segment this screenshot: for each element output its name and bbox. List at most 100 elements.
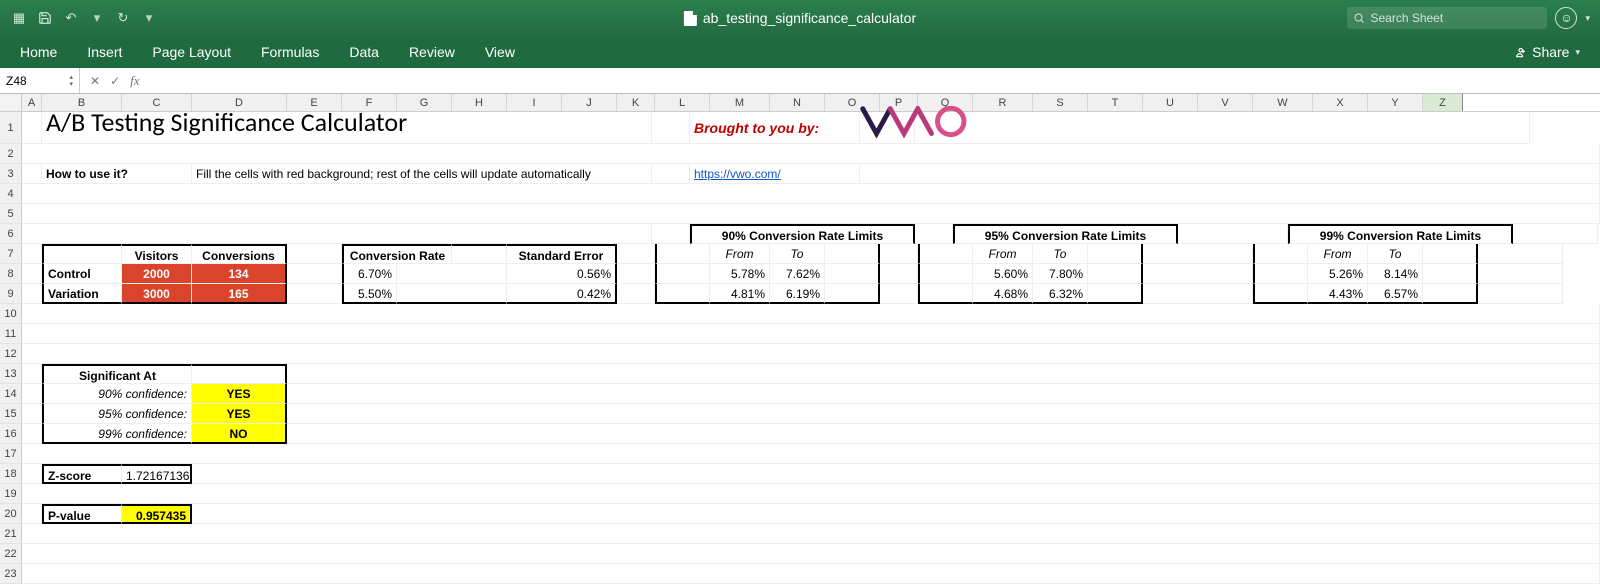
accept-formula-icon[interactable]: ✓: [110, 74, 120, 88]
undo-dropdown-icon[interactable]: ▾: [88, 9, 106, 27]
cell[interactable]: [880, 284, 918, 304]
limits95-header[interactable]: 95% Conversion Rate Limits: [953, 224, 1178, 244]
row-header[interactable]: 12: [0, 344, 22, 364]
conf95-label[interactable]: 95% confidence:: [42, 404, 192, 424]
cell[interactable]: [22, 112, 42, 144]
cell[interactable]: [22, 444, 1600, 464]
row-header[interactable]: 17: [0, 444, 22, 464]
share-button[interactable]: Share ▾: [1512, 44, 1580, 60]
pvalue-label[interactable]: P-value: [42, 504, 122, 524]
se-control[interactable]: 0.56%: [507, 264, 617, 284]
cell[interactable]: [880, 244, 918, 264]
cell[interactable]: [397, 284, 507, 304]
cell[interactable]: [915, 224, 953, 244]
cell[interactable]: [1423, 264, 1478, 284]
tab-page-layout[interactable]: Page Layout: [152, 44, 231, 60]
cell[interactable]: [860, 164, 1600, 184]
visitors-control[interactable]: 2000: [122, 264, 192, 284]
from-label[interactable]: From: [973, 244, 1033, 264]
cell[interactable]: [1253, 264, 1308, 284]
sig90-value[interactable]: YES: [192, 384, 287, 404]
cell[interactable]: [22, 164, 42, 184]
col-header[interactable]: D: [192, 94, 287, 111]
conversions-variation[interactable]: 165: [192, 284, 287, 304]
col-header[interactable]: F: [342, 94, 397, 111]
name-box-spinner[interactable]: ▴▾: [69, 74, 73, 88]
cell[interactable]: [22, 564, 1600, 584]
row-header[interactable]: 23: [0, 564, 22, 584]
row-header[interactable]: 7: [0, 244, 22, 264]
to-label[interactable]: To: [770, 244, 825, 264]
cell[interactable]: [287, 404, 1600, 424]
cell[interactable]: [825, 244, 880, 264]
row-header[interactable]: 6: [0, 224, 22, 244]
cell[interactable]: [287, 364, 1600, 384]
vwo-link[interactable]: https://vwo.com/: [690, 164, 860, 184]
from-label[interactable]: From: [710, 244, 770, 264]
conversions-control[interactable]: 134: [192, 264, 287, 284]
col-header[interactable]: E: [287, 94, 342, 111]
qat-customize-icon[interactable]: ▾: [140, 9, 158, 27]
formula-input[interactable]: [150, 68, 1600, 93]
l99-var-from[interactable]: 4.43%: [1308, 284, 1368, 304]
l95-var-from[interactable]: 4.68%: [973, 284, 1033, 304]
cell[interactable]: [22, 384, 42, 404]
variation-label[interactable]: Variation: [42, 284, 122, 304]
to-label[interactable]: To: [1368, 244, 1423, 264]
col-header[interactable]: S: [1033, 94, 1088, 111]
cell[interactable]: [617, 264, 655, 284]
cell[interactable]: [655, 264, 710, 284]
limits90-header[interactable]: 90% Conversion Rate Limits: [690, 224, 915, 244]
col-header[interactable]: N: [770, 94, 825, 111]
visitors-variation[interactable]: 3000: [122, 284, 192, 304]
hdr-visitors[interactable]: Visitors: [122, 244, 192, 264]
cell[interactable]: [287, 424, 1600, 444]
cell[interactable]: [1088, 244, 1143, 264]
rate-variation[interactable]: 5.50%: [342, 284, 397, 304]
cell[interactable]: [42, 244, 122, 264]
cell[interactable]: [652, 164, 690, 184]
cancel-formula-icon[interactable]: ✕: [90, 74, 100, 88]
cell[interactable]: [617, 244, 655, 264]
limits99-header[interactable]: 99% Conversion Rate Limits: [1288, 224, 1513, 244]
cell[interactable]: [287, 384, 1600, 404]
cell[interactable]: [652, 224, 690, 244]
cell[interactable]: [22, 264, 42, 284]
tab-home[interactable]: Home: [20, 44, 57, 60]
cell[interactable]: [825, 264, 880, 284]
l90-control-to[interactable]: 7.62%: [770, 264, 825, 284]
cell[interactable]: [22, 244, 42, 264]
feedback-icon[interactable]: ☺: [1555, 7, 1577, 29]
row-header[interactable]: 21: [0, 524, 22, 544]
fx-icon[interactable]: fx: [130, 73, 139, 89]
significant-at-label[interactable]: Significant At: [42, 364, 192, 384]
col-header[interactable]: R: [973, 94, 1033, 111]
cell[interactable]: [1478, 284, 1563, 304]
row-header[interactable]: 10: [0, 304, 22, 324]
row-header[interactable]: 16: [0, 424, 22, 444]
cell[interactable]: [22, 144, 1600, 164]
from-label[interactable]: From: [1308, 244, 1368, 264]
tab-review[interactable]: Review: [409, 44, 455, 60]
col-header[interactable]: I: [507, 94, 562, 111]
conf90-label[interactable]: 90% confidence:: [42, 384, 192, 404]
col-header[interactable]: T: [1088, 94, 1143, 111]
control-label[interactable]: Control: [42, 264, 122, 284]
row-header[interactable]: 4: [0, 184, 22, 204]
cell[interactable]: [287, 264, 342, 284]
sig95-value[interactable]: YES: [192, 404, 287, 424]
template-icon[interactable]: ▦: [10, 9, 28, 27]
cell[interactable]: [1423, 244, 1478, 264]
cell[interactable]: [397, 264, 507, 284]
cell[interactable]: [1088, 264, 1143, 284]
cell[interactable]: [22, 504, 42, 524]
l95-control-from[interactable]: 5.60%: [973, 264, 1033, 284]
cell[interactable]: [918, 264, 973, 284]
row-header[interactable]: 11: [0, 324, 22, 344]
cell[interactable]: [22, 464, 42, 484]
cell[interactable]: [1143, 244, 1253, 264]
cell[interactable]: [192, 364, 287, 384]
cell[interactable]: [22, 404, 42, 424]
row-header[interactable]: 20: [0, 504, 22, 524]
howto-text[interactable]: Fill the cells with red background; rest…: [192, 164, 652, 184]
